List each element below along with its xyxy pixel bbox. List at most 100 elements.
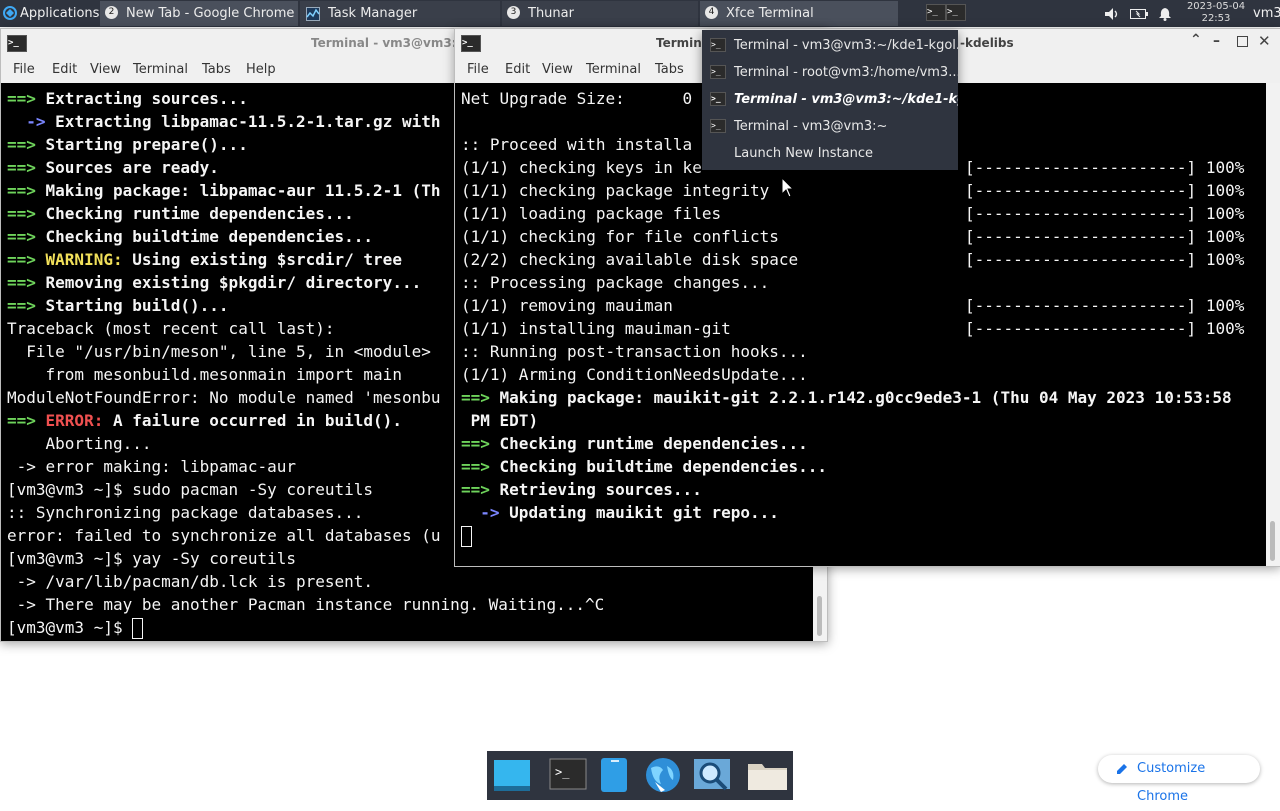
- progress-percent: 100%: [1196, 296, 1245, 315]
- terminal-text: -> error making: libpamac-aur: [7, 457, 296, 476]
- taskbar-item-xfce-terminal[interactable]: 4 Xfce Terminal: [700, 1, 898, 26]
- terminal-launcher-icon[interactable]: >_: [549, 756, 587, 794]
- applications-label: Applications: [20, 6, 100, 21]
- scrollbar-thumb[interactable]: [817, 596, 822, 636]
- menu-edit[interactable]: Edit: [52, 62, 77, 77]
- taskbar-item-chrome[interactable]: 2 New Tab - Google Chrome: [100, 1, 298, 26]
- terminal-icon: >_: [710, 92, 726, 106]
- notification-bell-icon[interactable]: [1158, 1, 1172, 26]
- terminal-line: (1/1) loading package files: [461, 202, 721, 225]
- taskbar-label: Xfce Terminal: [726, 6, 814, 21]
- terminal-text: :: Running post-transaction hooks...: [461, 342, 808, 361]
- terminal-text: -> There may be another Pacman instance …: [7, 595, 605, 614]
- prompt-arrow: ->: [7, 112, 56, 131]
- file-manager-icon[interactable]: [597, 756, 635, 794]
- menu-file[interactable]: File: [467, 62, 489, 77]
- menu-edit[interactable]: Edit: [505, 62, 530, 77]
- prompt-arrow: [461, 411, 471, 430]
- menu-tabs[interactable]: Tabs: [655, 62, 684, 77]
- maximize-icon[interactable]: [1237, 36, 1248, 47]
- menu-file[interactable]: File: [13, 62, 35, 77]
- terminal-line: ==> Checking buildtime dependencies...: [461, 455, 827, 478]
- menu-tabs[interactable]: Tabs: [202, 62, 231, 77]
- menu-item-terminal-window[interactable]: >_ Terminal - root@vm3:/home/vm3...: [702, 59, 958, 86]
- terminal-text: [vm3@vm3 ~]$: [7, 618, 133, 637]
- prompt-arrow: ==>: [7, 411, 46, 430]
- terminal-line: -> There may be another Pacman instance …: [7, 593, 605, 616]
- terminal-line: ==> Checking buildtime dependencies...: [7, 225, 373, 248]
- terminal-text: Extracting libpamac-11.5.2-1.tar.gz with: [55, 112, 441, 131]
- terminal-text: A failure occurred in build().: [103, 411, 402, 430]
- menu-item-label: Terminal - vm3@vm3:~: [734, 119, 888, 134]
- terminal-line: ==> Starting prepare()...: [7, 133, 248, 156]
- progress-indicator: [----------------------] 100%: [965, 156, 1244, 179]
- terminal-text: [vm3@vm3 ~]$ sudo pacman -Sy coreutils: [7, 480, 374, 499]
- progress-bar: [----------------------]: [965, 296, 1197, 315]
- menu-terminal[interactable]: Terminal: [586, 62, 641, 77]
- terminal-text: error: failed to synchronize all databas…: [7, 526, 441, 545]
- clock[interactable]: 2023-05-04 22:53: [1186, 1, 1246, 25]
- battery-icon[interactable]: [1130, 1, 1148, 26]
- progress-bar: [----------------------]: [965, 181, 1197, 200]
- taskbar-item-task-manager[interactable]: Task Manager: [300, 1, 500, 26]
- customize-chrome-button[interactable]: Customize Chrome: [1098, 755, 1260, 804]
- user-menu[interactable]: vm3: [1253, 1, 1280, 26]
- progress-percent: 100%: [1196, 227, 1245, 246]
- error-label: ERROR:: [45, 411, 104, 430]
- terminal-text: Checking buildtime dependencies...: [499, 457, 828, 476]
- terminal-line: (1/1) checking for file conflicts: [461, 225, 779, 248]
- progress-bar: [----------------------]: [965, 158, 1197, 177]
- web-browser-icon[interactable]: [643, 756, 681, 794]
- taskbar-label: New Tab - Google Chrome: [126, 6, 295, 21]
- terminal-icon: >_: [710, 38, 726, 52]
- progress-percent: 100%: [1196, 204, 1245, 223]
- terminal-line: [vm3@vm3 ~]$ yay -Sy coreutils: [7, 547, 296, 570]
- scrollbar-thumb[interactable]: [1270, 521, 1275, 561]
- minimize-icon[interactable]: –: [1213, 33, 1220, 49]
- menu-item-label: Launch New Instance: [734, 146, 873, 161]
- terminal-text: Updating mauikit git repo...: [509, 503, 779, 522]
- menu-item-terminal-window[interactable]: >_ Terminal - vm3@vm3:~: [702, 113, 958, 140]
- terminal-text: Using existing $srcdir/ tree: [122, 250, 402, 269]
- terminal-line: (1/1) Arming ConditionNeedsUpdate...: [461, 363, 808, 386]
- terminal-text: Extracting sources...: [45, 89, 248, 108]
- scrollbar[interactable]: [1266, 83, 1280, 566]
- show-desktop-icon[interactable]: [493, 756, 531, 794]
- maximize-up-icon[interactable]: ⌃: [1190, 32, 1202, 48]
- text-cursor: [461, 526, 472, 547]
- thunar-icon: 3: [507, 6, 520, 19]
- app-finder-search-icon[interactable]: [693, 756, 731, 794]
- terminal-text: Retrieving sources...: [499, 480, 702, 499]
- workspace-switcher[interactable]: >_ >_: [926, 1, 966, 26]
- menu-item-terminal-window[interactable]: >_ Terminal - vm3@vm3:~/kde1-kgol...: [702, 32, 958, 59]
- folder-icon[interactable]: [747, 756, 787, 794]
- menu-item-terminal-window-active[interactable]: >_ Terminal - vm3@vm3:~/kde1-kgol...: [702, 86, 958, 113]
- terminal-line: PM EDT): [461, 409, 538, 432]
- terminal-text: Making package: mauikit-git 2.2.1.r142.g…: [499, 388, 1232, 407]
- menu-item-launch-new-instance[interactable]: Launch New Instance: [702, 140, 958, 167]
- prompt-arrow: ==>: [7, 273, 46, 292]
- workspace-icon: >_: [926, 4, 946, 21]
- terminal-text: Starting build()...: [45, 296, 229, 315]
- terminal-line: (1/1) checking package integrity: [461, 179, 769, 202]
- menu-terminal[interactable]: Terminal: [133, 62, 188, 77]
- progress-indicator: [----------------------] 100%: [965, 202, 1244, 225]
- terminal-line: [461, 524, 472, 547]
- chrome-icon: 2: [105, 6, 118, 19]
- taskbar-item-thunar[interactable]: 3 Thunar: [502, 1, 698, 26]
- terminal-line: -> error making: libpamac-aur: [7, 455, 296, 478]
- close-icon[interactable]: ✕: [1258, 32, 1271, 50]
- terminal-line: ==> Sources are ready.: [7, 156, 219, 179]
- menu-view[interactable]: View: [90, 62, 121, 77]
- progress-indicator: [----------------------] 100%: [965, 294, 1244, 317]
- prompt-arrow: ->: [461, 503, 510, 522]
- menu-help[interactable]: Help: [246, 62, 276, 77]
- terminal-text: PM EDT): [470, 411, 539, 430]
- volume-icon[interactable]: [1104, 1, 1120, 26]
- progress-percent: 100%: [1196, 181, 1245, 200]
- terminal-line: :: Running post-transaction hooks...: [461, 340, 808, 363]
- menu-view[interactable]: View: [542, 62, 573, 77]
- applications-menu[interactable]: Applications: [3, 1, 99, 26]
- prompt-arrow: ==>: [7, 158, 46, 177]
- progress-percent: 100%: [1196, 250, 1245, 269]
